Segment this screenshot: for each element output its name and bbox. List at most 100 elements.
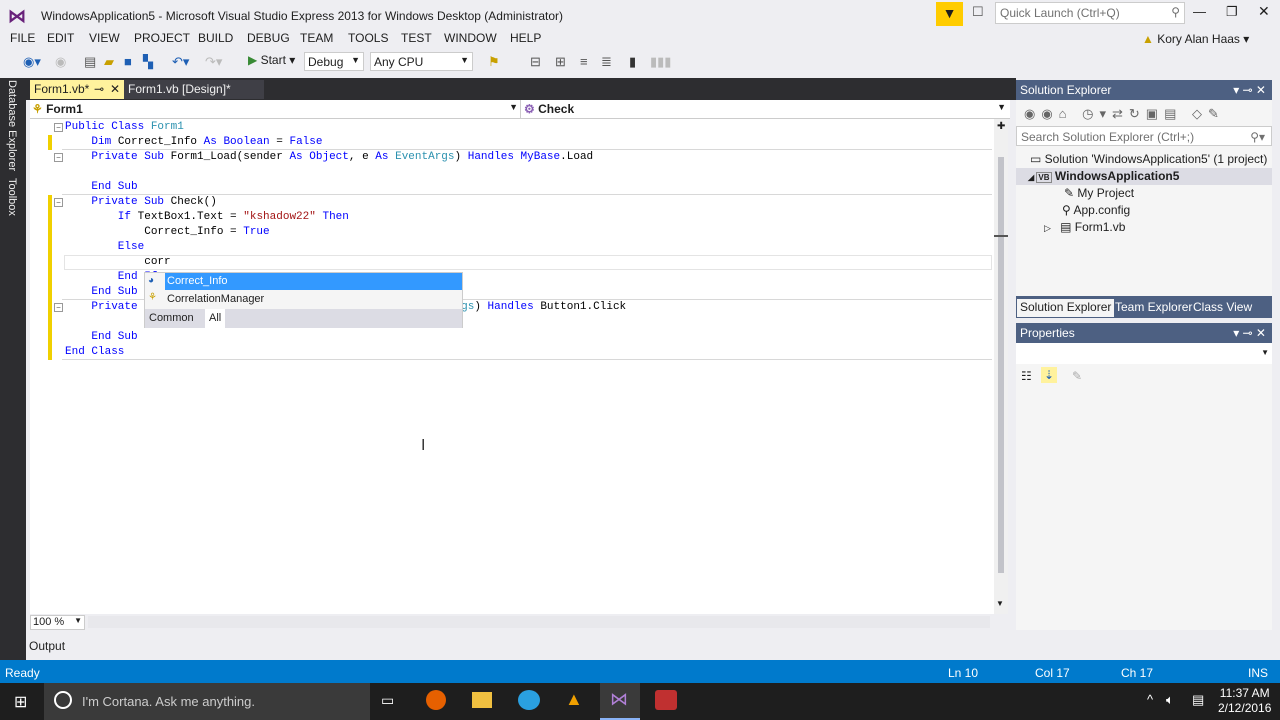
redo-icon[interactable]: ↷▾ bbox=[205, 54, 222, 70]
recorder-icon[interactable] bbox=[655, 690, 677, 710]
comment-icon[interactable]: ⊟ bbox=[530, 54, 541, 70]
windows-start-icon[interactable]: ⊞ bbox=[14, 692, 27, 712]
alphabetical-icon[interactable]: ⇣ bbox=[1041, 367, 1058, 383]
menu-debug[interactable]: DEBUG bbox=[247, 31, 290, 45]
scrollbar-thumb[interactable] bbox=[998, 157, 1004, 573]
panel-controls[interactable]: ▾ ⊸ ✕ bbox=[1233, 83, 1266, 97]
solution-explorer-toolbar[interactable]: ◉◉⌂ ◷▾⇄↻▣▤ ◇✎ bbox=[1024, 106, 1225, 122]
collapse-icon[interactable]: − bbox=[54, 198, 63, 207]
tree-project[interactable]: ◢ VB WindowsApplication5 bbox=[1028, 169, 1179, 183]
menu-file[interactable]: FILE bbox=[10, 31, 35, 45]
text-cursor-icon: I bbox=[421, 437, 426, 454]
menu-window[interactable]: WINDOW bbox=[444, 31, 497, 45]
maximize-button[interactable]: ❐ bbox=[1226, 4, 1238, 20]
volume-icon[interactable]: 🔈︎ bbox=[1166, 692, 1174, 708]
tab-all[interactable]: All bbox=[205, 309, 226, 328]
categorized-icon[interactable]: ☷ bbox=[1021, 369, 1032, 383]
object-select[interactable]: ▼ bbox=[1016, 343, 1272, 364]
collapse-icon[interactable]: − bbox=[54, 153, 63, 162]
menu-help[interactable]: HELP bbox=[510, 31, 541, 45]
tray-chevron-icon[interactable]: ^ bbox=[1147, 692, 1153, 707]
class-dropdown[interactable]: ⚘ Form1 ▼ bbox=[32, 102, 518, 116]
output-tab[interactable]: Output bbox=[29, 639, 65, 653]
visual-studio-taskbar-icon[interactable]: ⋈ bbox=[600, 683, 640, 720]
app-icon[interactable]: ▲ bbox=[565, 689, 583, 710]
code-line[interactable]: End Sub bbox=[65, 180, 137, 195]
property-pages-icon[interactable]: ✎ bbox=[1072, 369, 1082, 383]
code-line[interactable]: Public Class Form1 bbox=[65, 120, 184, 135]
forward-icon[interactable]: ◉ bbox=[55, 54, 66, 70]
configuration-select[interactable]: Debug ▼ bbox=[304, 52, 364, 71]
toolbox-tab[interactable]: Toolbox bbox=[6, 178, 18, 216]
code-line[interactable]: Dim Correct_Info As Boolean = False bbox=[65, 135, 322, 150]
save-all-icon[interactable]: ▚ bbox=[143, 54, 153, 70]
uncomment-icon[interactable]: ⊞ bbox=[555, 54, 566, 70]
open-file-icon[interactable]: ▰ bbox=[104, 54, 114, 70]
pin-icon[interactable]: ⊸ bbox=[94, 82, 104, 96]
messenger-icon[interactable] bbox=[518, 690, 540, 710]
start-button[interactable]: ▶ Start ▾ bbox=[248, 53, 295, 67]
panel-controls[interactable]: ▾ ⊸ ✕ bbox=[1233, 326, 1266, 340]
menu-team[interactable]: TEAM bbox=[300, 31, 333, 45]
tree-app-config[interactable]: ⚲ App.config bbox=[1062, 203, 1130, 217]
solution-search-input[interactable]: Search Solution Explorer (Ctrl+;) ⚲▾ bbox=[1016, 126, 1272, 146]
code-line[interactable]: Else bbox=[65, 240, 144, 255]
cortana-search[interactable]: I'm Cortana. Ask me anything. bbox=[44, 683, 370, 720]
file-explorer-icon[interactable] bbox=[472, 692, 492, 708]
task-view-icon[interactable]: ▭ bbox=[381, 692, 394, 709]
horizontal-scrollbar[interactable] bbox=[88, 616, 990, 628]
tab-form1-design[interactable]: Form1.vb [Design]* bbox=[124, 80, 264, 99]
menu-edit[interactable]: EDIT bbox=[47, 31, 74, 45]
split-icon[interactable]: ✚ bbox=[997, 121, 1005, 132]
completion-item-correlationmanager[interactable]: CorrelationManager bbox=[165, 291, 462, 308]
feedback-icon[interactable]: ☐ bbox=[972, 4, 984, 20]
code-line[interactable]: Private Sub Check() bbox=[65, 195, 216, 210]
menu-tools[interactable]: TOOLS bbox=[348, 31, 388, 45]
tree-solution[interactable]: ▭ Solution 'WindowsApplication5' (1 proj… bbox=[1030, 152, 1267, 166]
collapse-icon[interactable]: − bbox=[54, 123, 63, 132]
tab-team-explorer[interactable]: Team Explorer bbox=[1112, 299, 1195, 317]
tree-form1-vb[interactable]: ▷ ▤ Form1.vb bbox=[1044, 220, 1125, 234]
code-line[interactable]: End Sub bbox=[65, 285, 137, 300]
tab-class-view[interactable]: Class View bbox=[1190, 299, 1255, 317]
indent-icon[interactable]: ≣ bbox=[601, 54, 612, 70]
tab-common[interactable]: Common bbox=[149, 312, 194, 324]
bookmark-icon[interactable]: ▮ bbox=[629, 54, 636, 70]
menu-view[interactable]: VIEW bbox=[89, 31, 120, 45]
menu-project[interactable]: PROJECT bbox=[134, 31, 190, 45]
code-line[interactable]: corr bbox=[65, 255, 170, 270]
member-dropdown[interactable]: ⚙ Check ▼ bbox=[524, 102, 1006, 116]
menu-build[interactable]: BUILD bbox=[198, 31, 233, 45]
database-explorer-tab[interactable]: Database Explorer bbox=[6, 80, 18, 171]
code-line[interactable]: If TextBox1.Text = "kshadow22" Then bbox=[65, 210, 349, 225]
scroll-down-icon[interactable]: ▼ bbox=[996, 599, 1004, 608]
close-tab-icon[interactable]: ✕ bbox=[110, 82, 120, 96]
completion-item-correct-info[interactable]: Correct_Info bbox=[165, 273, 462, 290]
tab-form1-vb[interactable]: Form1.vb* ⊸ ✕ bbox=[30, 80, 124, 99]
code-line[interactable]: End Class bbox=[65, 345, 124, 360]
code-line[interactable]: Private Sub Form1_Load(sender As Object,… bbox=[65, 150, 593, 165]
tree-my-project[interactable]: ✎ My Project bbox=[1064, 186, 1134, 200]
firefox-icon[interactable] bbox=[426, 690, 446, 710]
platform-select[interactable]: Any CPU ▼ bbox=[370, 52, 473, 71]
find-in-files-icon[interactable]: ⚑ bbox=[488, 54, 500, 70]
tab-solution-explorer[interactable]: Solution Explorer bbox=[1017, 299, 1115, 317]
new-project-icon[interactable]: ▤ bbox=[84, 54, 96, 70]
zoom-select[interactable]: 100 % ▼ bbox=[30, 615, 85, 630]
notifications-icon[interactable]: ▤ bbox=[1192, 692, 1204, 708]
filter-notification-icon[interactable]: ▼ bbox=[936, 2, 963, 26]
collapse-icon[interactable]: − bbox=[54, 303, 63, 312]
menu-test[interactable]: TEST bbox=[401, 31, 432, 45]
save-icon[interactable]: ■ bbox=[124, 54, 132, 69]
minimize-button[interactable]: — bbox=[1193, 4, 1206, 19]
bookmark-prev-icon[interactable]: ▮▮▮ bbox=[650, 54, 671, 70]
vertical-scrollbar[interactable]: ✚ ▼ bbox=[994, 119, 1008, 614]
quick-launch-input[interactable]: Quick Launch (Ctrl+Q) ⚲ bbox=[995, 2, 1185, 24]
back-icon[interactable]: ◉▾ bbox=[23, 54, 41, 70]
undo-icon[interactable]: ↶▾ bbox=[172, 54, 189, 70]
code-line[interactable]: Correct_Info = True bbox=[65, 225, 269, 240]
close-button[interactable]: ✕ bbox=[1258, 3, 1270, 20]
outdent-icon[interactable]: ≡ bbox=[580, 54, 588, 69]
code-line[interactable]: End Sub bbox=[65, 330, 137, 345]
clock[interactable]: 11:37 AM 2/12/2016 bbox=[1218, 686, 1271, 716]
